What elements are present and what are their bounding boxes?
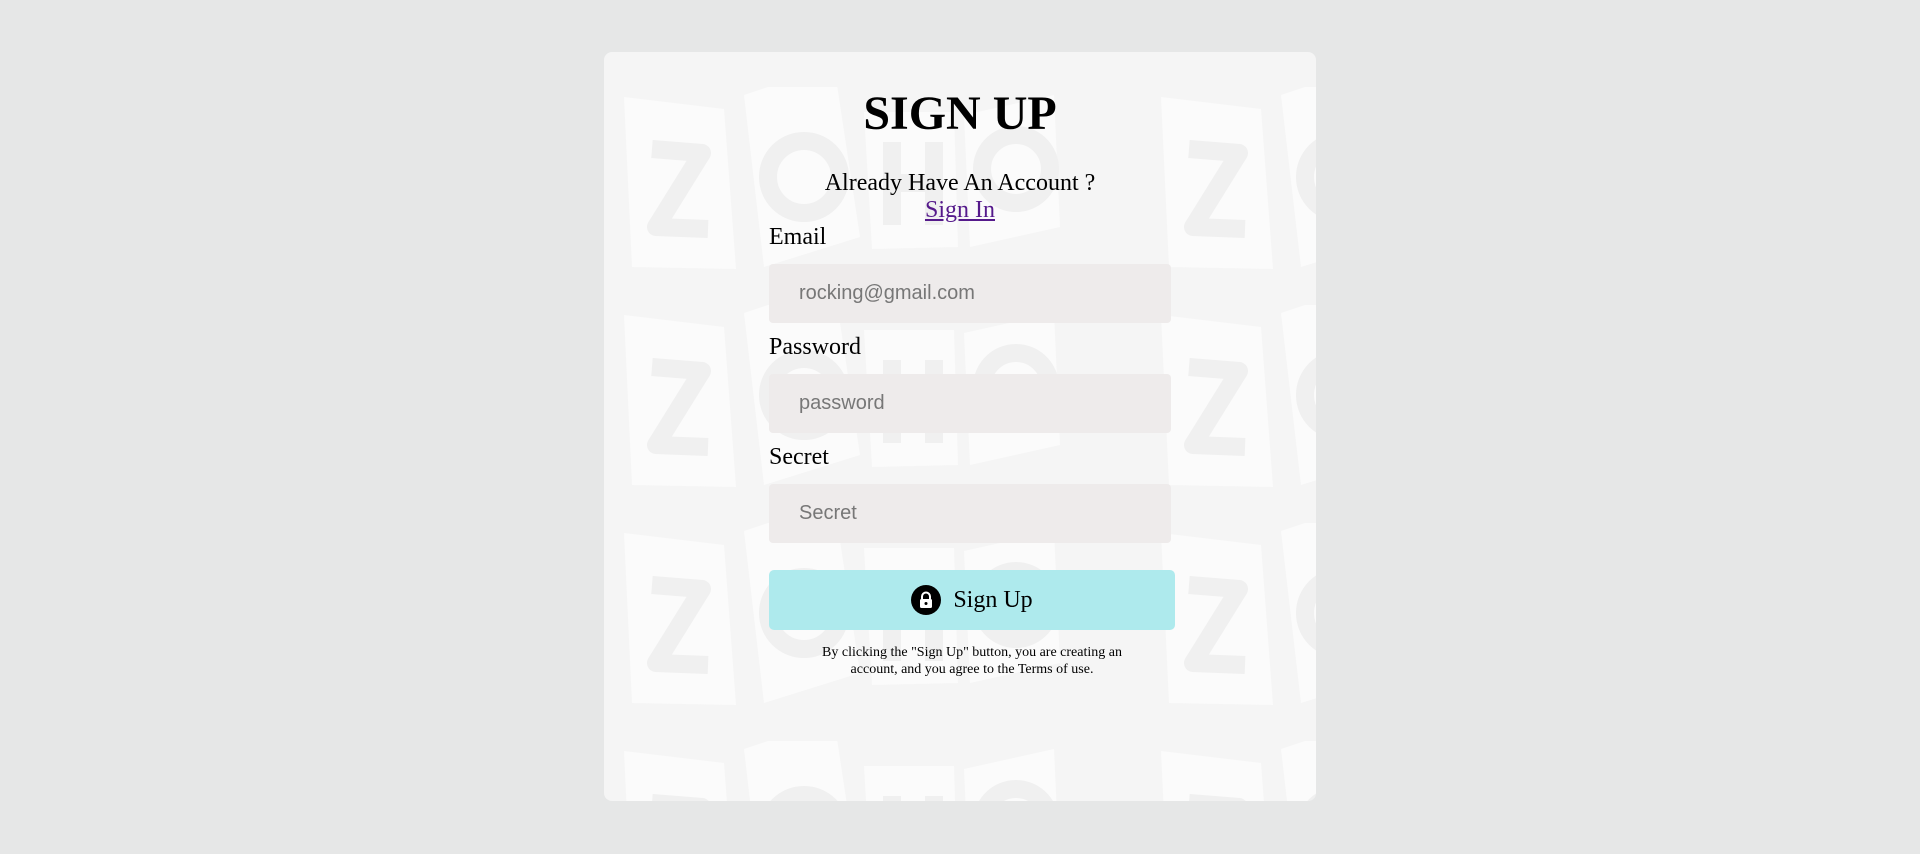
password-label: Password (769, 334, 862, 360)
secret-label: Secret (769, 444, 829, 470)
secret-field[interactable] (769, 484, 1171, 543)
signin-link-wrapper: Sign In (604, 196, 1316, 224)
lock-icon (911, 585, 942, 615)
already-have-account-text: Already Have An Account ? (824, 170, 1096, 196)
password-field[interactable] (769, 374, 1171, 433)
terms-text: By clicking the "Sign Up" button, you ar… (822, 645, 1122, 677)
email-field[interactable] (769, 264, 1171, 323)
email-label: Email (769, 224, 827, 250)
terms-notice: By clicking the "Sign Up" button, you ar… (769, 644, 1175, 678)
signup-button-label: Sign Up (953, 586, 1033, 613)
signup-card: SIGN UP Already Have An Account ? Sign I… (604, 52, 1316, 801)
page-title: SIGN UP (863, 87, 1057, 140)
signin-link[interactable]: Sign In (925, 197, 995, 223)
signup-button[interactable]: Sign Up (769, 570, 1175, 630)
signup-form: SIGN UP Already Have An Account ? Sign I… (604, 52, 1316, 801)
